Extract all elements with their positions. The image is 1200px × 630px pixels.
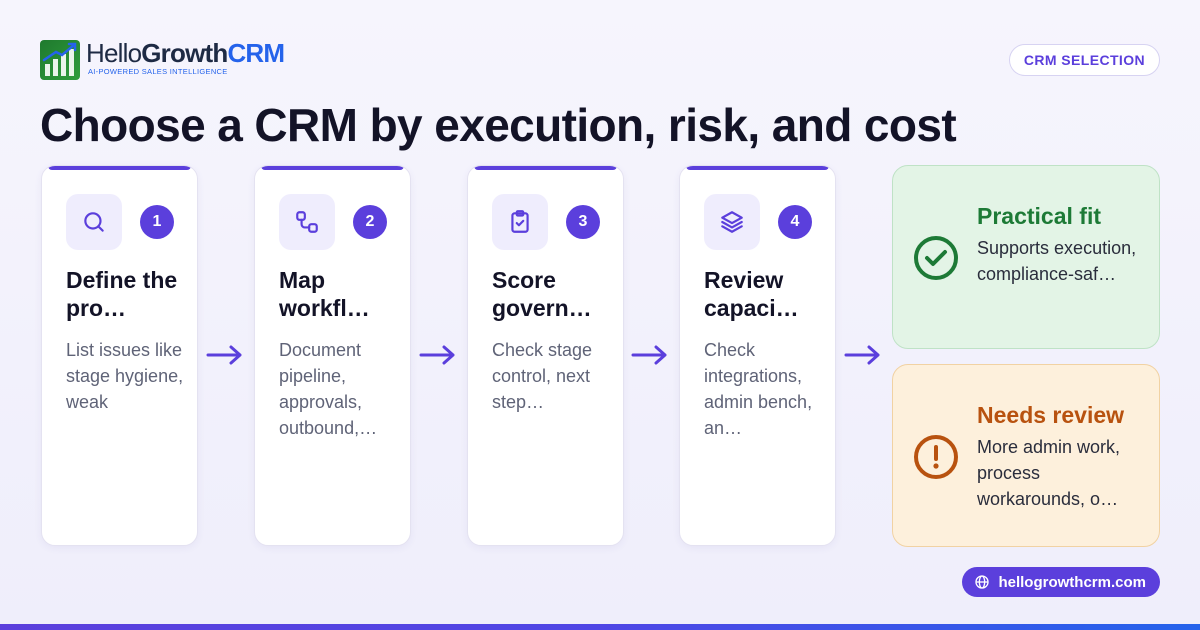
step-title: Score govern… (492, 267, 592, 321)
step-title: Review capaci… (704, 267, 799, 321)
step-number: 4 (778, 205, 812, 239)
category-tag: CRM SELECTION (1008, 44, 1160, 76)
clipboard-check-icon (492, 194, 548, 250)
layers-icon (704, 194, 760, 250)
arrow-right-icon (631, 345, 667, 365)
growth-chart-logo-icon (40, 40, 80, 80)
search-icon (66, 194, 122, 250)
step-number: 2 (353, 205, 387, 239)
bottom-accent-bar (0, 624, 1200, 630)
outcome-title: Practical fit (977, 203, 1101, 229)
step-description: List issues like stage hygiene, weak (66, 340, 184, 412)
step-description: Check integrations, admin bench, an… (704, 340, 813, 438)
brand-tagline: AI-POWERED SALES INTELLIGENCE (88, 67, 228, 76)
outcome-title: Needs review (977, 402, 1125, 428)
step-card-3: 3 Score govern… Check stage control, nex… (467, 165, 624, 546)
step-card-2: 2 Map workfl… Document pipeline, approva… (254, 165, 411, 546)
outcome-description: Supports execution, compliance-saf… (977, 238, 1137, 284)
arrow-right-icon (419, 345, 455, 365)
arrow-right-icon (206, 345, 242, 365)
alert-circle-icon (914, 435, 958, 479)
website-link[interactable]: hellogrowthcrm.com (962, 567, 1160, 597)
step-description: Check stage control, next step… (492, 340, 593, 412)
step-number: 1 (140, 205, 174, 239)
globe-icon (975, 575, 990, 589)
step-title: Map workfl… (279, 267, 370, 321)
website-label: hellogrowthcrm.com (998, 573, 1146, 591)
brand-logo[interactable]: HelloGrowthCRM AI-POWERED SALES INTELLIG… (40, 38, 285, 80)
step-card-1: 1 Define the pro… List issues like stage… (41, 165, 198, 546)
page-title: Choose a CRM by execution, risk, and cos… (40, 99, 957, 151)
check-circle-icon (914, 236, 958, 280)
brand-name: HelloGrowthCRM (86, 38, 285, 68)
step-title: Define the pro… (66, 267, 178, 321)
outcome-description: More admin work, process workarounds, o… (977, 437, 1121, 509)
step-number: 3 (566, 205, 600, 239)
workflow-icon (279, 194, 335, 250)
arrow-right-icon (844, 345, 880, 365)
step-card-4: 4 Review capaci… Check integrations, adm… (679, 165, 836, 546)
step-description: Document pipeline, approvals, outbound,… (279, 340, 378, 438)
outcome-practical-fit: Practical fit Supports execution, compli… (892, 165, 1160, 349)
outcome-needs-review: Needs review More admin work, process wo… (892, 364, 1160, 547)
